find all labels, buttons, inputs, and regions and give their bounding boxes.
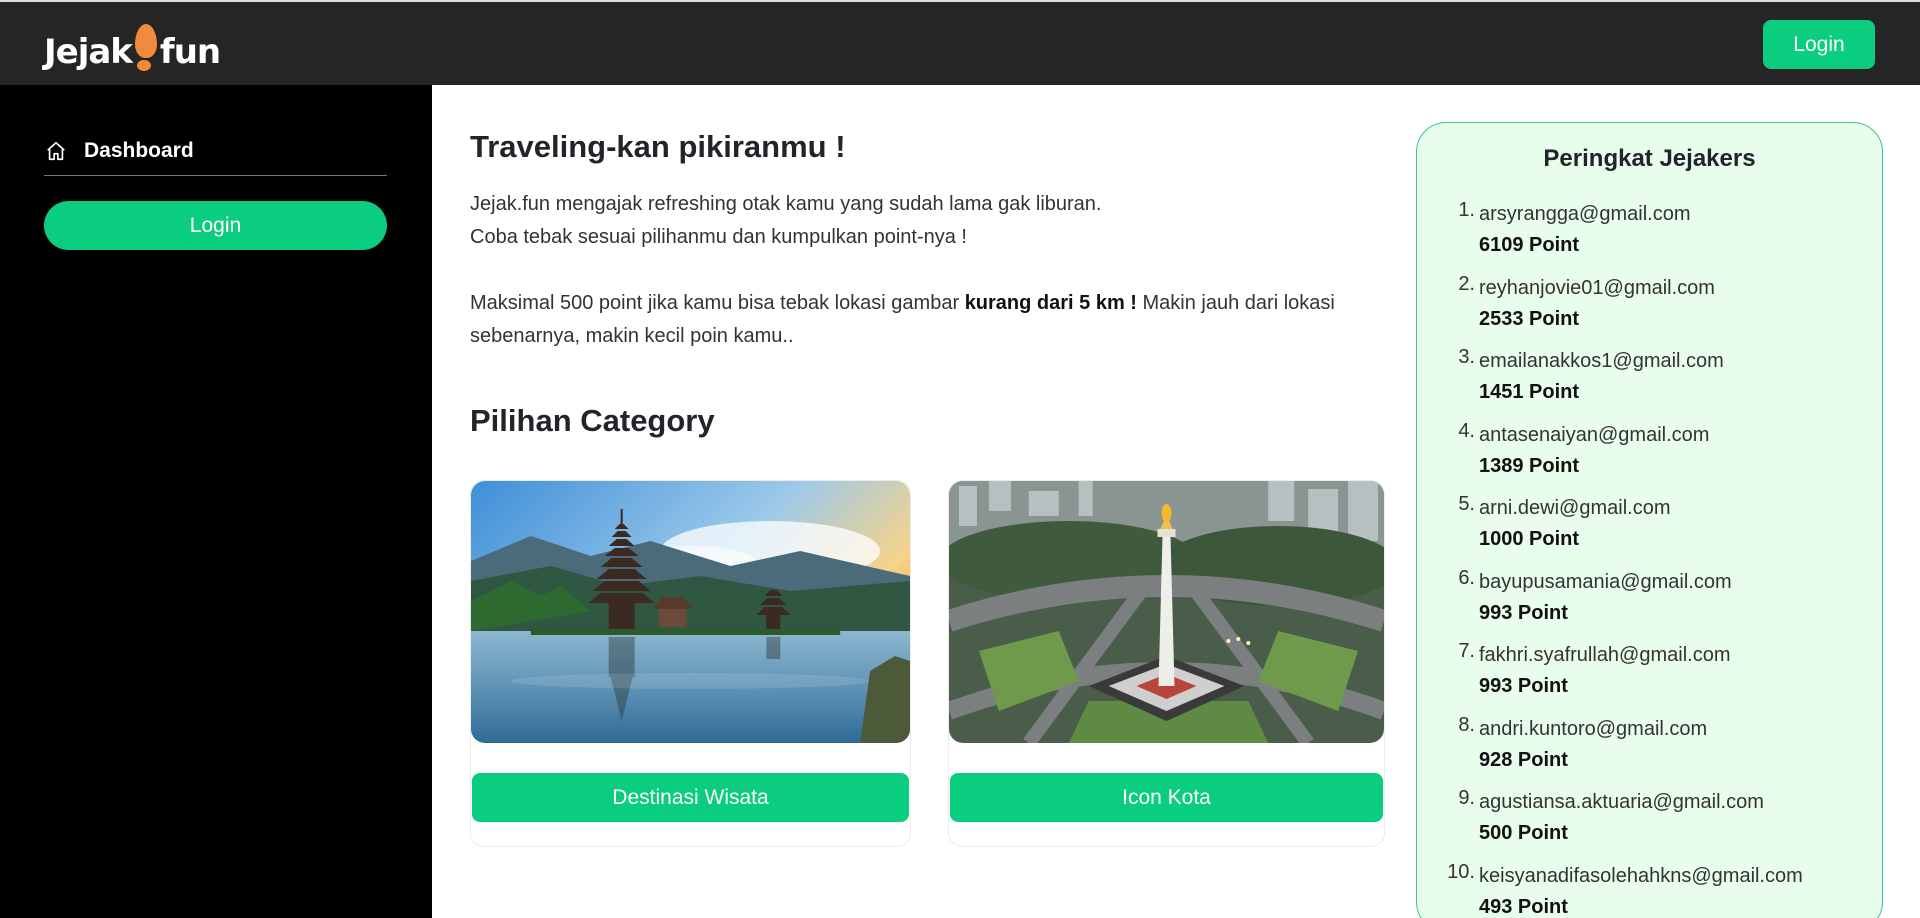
entry-email: agustiansa.aktuaria@gmail.com bbox=[1479, 791, 1764, 813]
entry-email: emailanakkos1@gmail.com bbox=[1479, 350, 1724, 372]
entry-points: 6109 Point bbox=[1479, 234, 1580, 256]
leaderboard-entry: 9. agustiansa.aktuaria@gmail.com 500 Point bbox=[1458, 787, 1803, 861]
leaderboard-entry: 7. fakhri.syafrullah@gmail.com 993 Point bbox=[1458, 640, 1803, 714]
category-card-destinasi-wisata[interactable]: Destinasi Wisata bbox=[470, 480, 911, 847]
entry-points: 1451 Point bbox=[1479, 381, 1580, 403]
entry-email: arni.dewi@gmail.com bbox=[1479, 497, 1671, 519]
sidebar: Dashboard Login bbox=[0, 85, 432, 918]
category-section-title: Pilihan Category bbox=[470, 403, 715, 438]
rank-number: 10. bbox=[1447, 860, 1475, 883]
leaderboard-entry: 4. antasenaiyan@gmail.com 1389 Point bbox=[1458, 420, 1803, 494]
entry-email: antasenaiyan@gmail.com bbox=[1479, 423, 1710, 446]
sidebar-item-label: Dashboard bbox=[84, 139, 194, 162]
entry-email: reyhanjovie01@gmail.com bbox=[1479, 276, 1715, 299]
entry-email: andri.kuntoro@gmail.com bbox=[1479, 717, 1708, 740]
entry-points: 493 Point bbox=[1479, 895, 1568, 918]
logo[interactable]: Jejak fun bbox=[44, 22, 221, 72]
page-title: Traveling-kan pikiranmu ! bbox=[470, 129, 846, 164]
intro-text: Jejak.fun mengajak refreshing otak kamu … bbox=[470, 188, 1390, 353]
sidebar-item-dashboard[interactable]: Dashboard bbox=[44, 131, 387, 176]
rank-number: 9. bbox=[1458, 787, 1475, 809]
leaderboard-entry: 10. keisyanadifasolehahkns@gmail.com 493 P… bbox=[1447, 861, 1803, 918]
entry-email: fakhri.syafrullah@gmail.com bbox=[1479, 644, 1731, 666]
entry-email: arsyrangga@gmail.com bbox=[1479, 203, 1691, 225]
leaderboard-list: 1. arsyrangga@gmail.com 6109 Point 2. reyha… bbox=[1447, 199, 1803, 918]
entry-points: 993 Point bbox=[1479, 675, 1568, 697]
rank-number: 1. bbox=[1458, 199, 1475, 221]
footprint-icon bbox=[133, 24, 159, 72]
header-login-button[interactable]: Login bbox=[1763, 20, 1875, 69]
rank-number: 3. bbox=[1458, 346, 1475, 368]
leaderboard-entry: 1. arsyrangga@gmail.com 6109 Point bbox=[1458, 199, 1803, 273]
entry-points: 928 Point bbox=[1479, 748, 1568, 771]
top-navbar: Jejak fun Login bbox=[0, 0, 1920, 85]
rank-number: 6. bbox=[1458, 566, 1475, 589]
rank-number: 7. bbox=[1458, 640, 1475, 662]
leaderboard-panel: Peringkat Jejakers 1. arsyrangga@gmail.co… bbox=[1416, 122, 1883, 918]
bali-temple-lake-image[interactable] bbox=[471, 481, 910, 743]
logo-text-right: fun bbox=[159, 32, 221, 72]
home-icon bbox=[47, 141, 65, 161]
entry-points: 2533 Point bbox=[1479, 307, 1580, 330]
category-button-icon-kota[interactable]: Icon Kota bbox=[950, 773, 1383, 822]
entry-points: 500 Point bbox=[1479, 822, 1568, 844]
main-content: Traveling-kan pikiranmu ! Jejak.fun meng… bbox=[432, 85, 1387, 918]
rank-number: 2. bbox=[1458, 272, 1475, 295]
leaderboard-entry: 5. arni.dewi@gmail.com 1000 Point bbox=[1458, 493, 1803, 567]
entry-points: 1389 Point bbox=[1479, 454, 1580, 477]
category-card-icon-kota[interactable]: Icon Kota bbox=[948, 480, 1385, 847]
entry-email: keisyanadifasolehahkns@gmail.com bbox=[1479, 864, 1803, 887]
sidebar-login-button[interactable]: Login bbox=[44, 201, 387, 250]
entry-points: 1000 Point bbox=[1479, 528, 1580, 550]
logo-text-left: Jejak bbox=[44, 32, 133, 72]
leaderboard-title: Peringkat Jejakers bbox=[1543, 145, 1756, 172]
intro-line-2: Coba tebak sesuai pilihanmu dan kumpulka… bbox=[470, 226, 967, 248]
monas-monument-image[interactable] bbox=[949, 481, 1384, 743]
entry-email: bayupusamania@gmail.com bbox=[1479, 570, 1732, 593]
rank-number: 4. bbox=[1458, 419, 1475, 442]
leaderboard-entry: 2. reyhanjovie01@gmail.com 2533 Point bbox=[1458, 273, 1803, 347]
intro-line-1: Jejak.fun mengajak refreshing otak kamu … bbox=[470, 193, 1102, 215]
rank-number: 8. bbox=[1458, 713, 1475, 736]
entry-points: 993 Point bbox=[1479, 601, 1568, 624]
leaderboard-entry: 3. emailanakkos1@gmail.com 1451 Point bbox=[1458, 346, 1803, 420]
leaderboard-entry: 6. bayupusamania@gmail.com 993 Point bbox=[1458, 567, 1803, 641]
leaderboard-entry: 8. andri.kuntoro@gmail.com 928 Point bbox=[1458, 714, 1803, 788]
rank-number: 5. bbox=[1458, 493, 1475, 515]
intro-highlight: kurang dari 5 km ! bbox=[964, 292, 1137, 314]
intro-line-3: Maksimal 500 point jika kamu bisa tebak … bbox=[470, 292, 1335, 347]
category-button-destinasi-wisata[interactable]: Destinasi Wisata bbox=[472, 773, 909, 822]
